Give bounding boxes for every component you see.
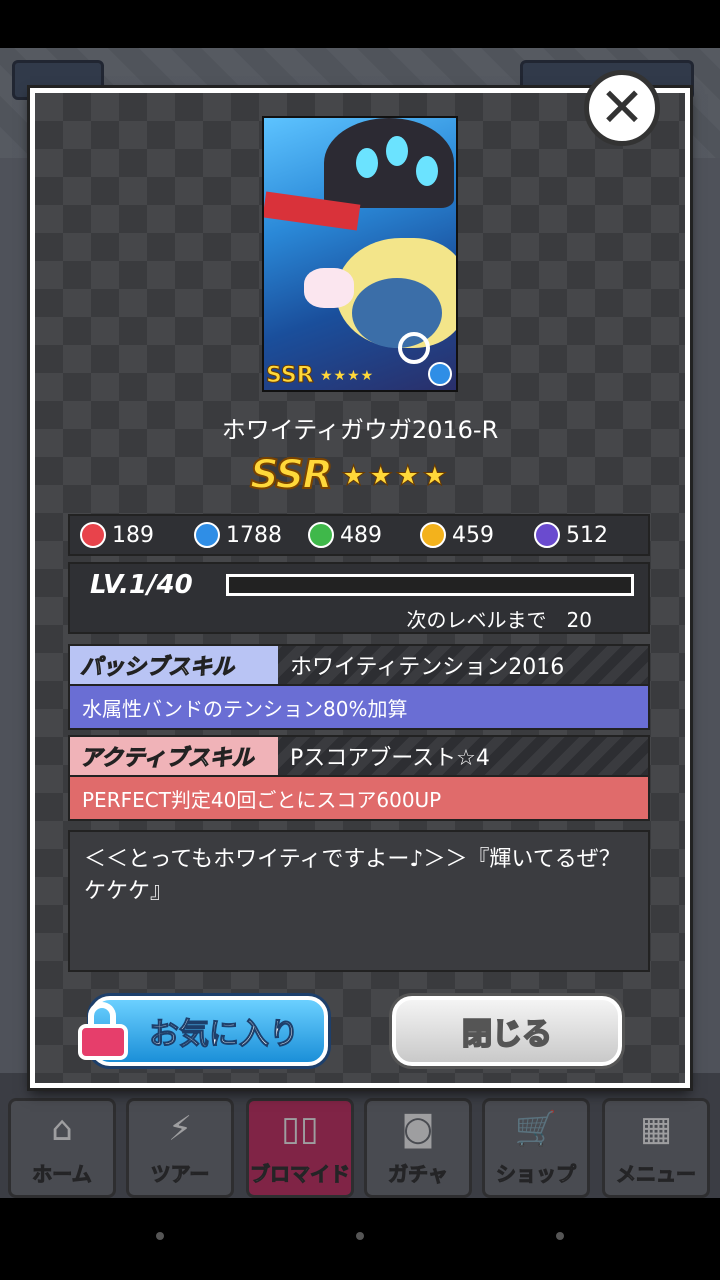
- level-box: LV.1/40 次のレベルまで 20: [68, 562, 650, 634]
- system-nav-bar: [0, 1198, 720, 1280]
- rarity-stars: ★★★★: [340, 458, 450, 492]
- close-button[interactable]: 閉じる: [392, 996, 622, 1066]
- active-skill-desc: PERFECT判定40回ごとにスコア600UP: [68, 775, 650, 821]
- stat-night: 512: [534, 516, 608, 554]
- stat-leaf: 489: [308, 516, 382, 554]
- passive-skill-header: パッシブスキル ホワイティテンション2016: [68, 644, 650, 686]
- sun-attribute-icon: [420, 522, 446, 548]
- system-home-icon[interactable]: [356, 1232, 364, 1240]
- water-attribute-icon: [194, 522, 220, 548]
- stats-bar: 189 1788 489 459 512: [68, 514, 650, 556]
- card-stars-mini: ★★★★: [320, 368, 375, 384]
- heart-attribute-icon: [80, 522, 106, 548]
- leaf-attribute-icon: [308, 522, 334, 548]
- water-element-icon: [428, 362, 452, 386]
- passive-skill-tag: パッシブスキル: [70, 646, 278, 684]
- flavor-text: ＜＜とってもホワイティですよー♪＞＞『輝いてるぜ？ケケケ』: [68, 830, 650, 972]
- close-icon[interactable]: ✕: [584, 70, 660, 146]
- active-skill-tag: アクティブスキル: [70, 737, 278, 775]
- stat-water: 1788: [194, 516, 282, 554]
- next-level-text: 次のレベルまで 20: [406, 608, 592, 632]
- active-skill-header: アクティブスキル Pスコアブースト☆4: [68, 735, 650, 777]
- passive-skill-desc: 水属性バンドのテンション80%加算: [68, 684, 650, 730]
- card-rarity-badge: SSR: [266, 363, 315, 389]
- system-back-icon[interactable]: [156, 1232, 164, 1240]
- magnify-icon[interactable]: [398, 332, 430, 364]
- rarity-row: SSR ★★★★: [249, 450, 450, 500]
- close-button-label: 閉じる: [461, 1016, 553, 1053]
- exp-bar: [226, 574, 634, 596]
- level-label: LV.1/40: [90, 570, 193, 600]
- card-name: ホワイティガウガ2016-R: [221, 416, 499, 444]
- passive-skill-name: ホワイティテンション2016: [290, 655, 565, 680]
- lock-icon: [76, 1002, 132, 1062]
- ssr-badge: SSR: [249, 451, 334, 499]
- stat-heart: 189: [80, 516, 154, 554]
- stat-sun: 459: [420, 516, 494, 554]
- night-attribute-icon: [534, 522, 560, 548]
- favorite-button-label: お気に入り: [149, 1017, 300, 1053]
- card-image[interactable]: SSR ★★★★: [262, 116, 458, 392]
- system-recents-icon[interactable]: [556, 1232, 564, 1240]
- active-skill-name: Pスコアブースト☆4: [290, 746, 490, 771]
